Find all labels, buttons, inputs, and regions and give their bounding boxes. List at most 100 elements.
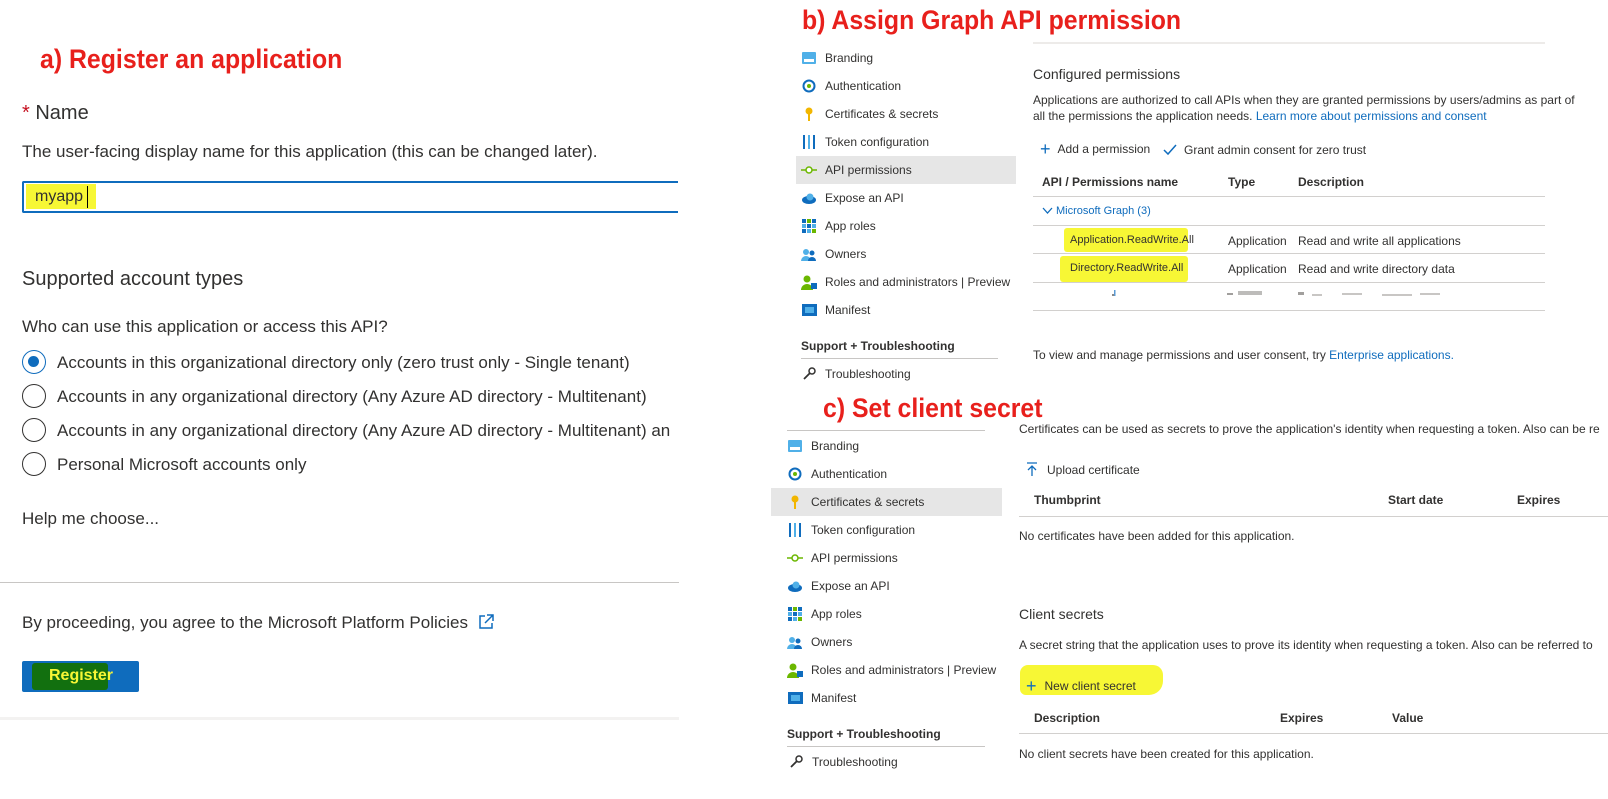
panel-a-title: a) Register an application [40,44,343,74]
sidebar-item-label: API permissions [825,163,912,177]
sidebar-item-label: API permissions [811,551,898,565]
client-secrets-title: Client secrets [1019,606,1104,622]
checkmark-icon [1163,144,1177,156]
sidebar-item-authentication[interactable]: Authentication [796,72,1016,100]
help-me-choose-link[interactable]: Help me choose... [22,509,159,529]
radio-single-tenant[interactable] [22,350,46,374]
sidebar-item-api-permissions[interactable]: API permissions [796,156,1016,184]
token-icon [801,134,817,150]
no-secrets-text: No client secrets have been created for … [1019,747,1314,761]
configured-desc-line-2: all the permissions the application need… [1033,109,1487,123]
account-types-heading: Supported account types [22,268,244,290]
sidebar-item-label: Roles and administrators | Preview [825,275,1011,289]
sidebar-item-token[interactable]: Token configuration [771,516,1002,544]
register-button[interactable]: Register [22,661,139,692]
branding-icon [787,438,803,454]
token-icon [787,522,803,538]
key-icon [801,106,817,122]
sidebar-item-troubleshooting[interactable]: Troubleshooting [783,748,898,776]
radio-personal[interactable] [22,452,46,476]
sidebar-item-branding[interactable]: Branding [796,44,1016,72]
account-types-question: Who can use this application or access t… [22,317,388,336]
sidebar-item-token[interactable]: Token configuration [796,128,1016,156]
col-header-description: Description [1298,175,1365,189]
sidebar-item-app-roles[interactable]: App roles [771,600,1002,628]
sidebar-item-manifest[interactable]: Manifest [796,296,1016,324]
radio-label-multitenant-personal: Accounts in any organizational directory… [57,421,671,440]
text-caret [87,186,88,208]
manifest-icon [787,690,803,706]
authentication-icon [801,78,817,94]
sidebar-item-label: Manifest [811,691,857,705]
radio-label-personal: Personal Microsoft accounts only [57,455,307,474]
new-client-secret-button[interactable]: + New client secret [1026,677,1136,695]
col-header-description: Description [1034,711,1101,725]
upload-certificate-button[interactable]: Upload certificate [1026,462,1140,477]
api-permissions-icon [801,162,817,178]
sidebar-item-owners[interactable]: Owners [771,628,1002,656]
panel-b-sidebar: Branding Authentication Certificates & s… [796,44,1016,324]
sidebar-item-label: Branding [811,439,860,453]
radio-multitenant[interactable] [22,384,46,408]
grant-consent-button[interactable]: Grant admin consent for zero trust [1163,143,1366,157]
enterprise-apps-text: To view and manage permissions and user … [1033,348,1326,362]
sidebar-item-expose-api[interactable]: Expose an API [796,184,1016,212]
sidebar-item-label: Owners [811,635,853,649]
sidebar-item-branding[interactable]: Branding [771,432,1002,460]
redacted-row [1042,286,1542,308]
group-label: Microsoft Graph (3) [1056,205,1151,217]
sidebar-item-roles-admins[interactable]: Roles and administrators | Preview [796,268,1016,296]
grant-consent-label: Grant admin consent for zero trust [1184,143,1367,157]
permission-description: Read and write all applications [1298,234,1461,248]
owners-icon [787,634,803,650]
panel-c-top-rule [787,430,985,431]
enterprise-apps-link[interactable]: Enterprise applications. [1329,348,1454,362]
new-client-secret-label: New client secret [1044,679,1136,693]
name-field-label: * Name [22,102,89,125]
sidebar-item-label: Branding [825,51,874,65]
api-permissions-icon [787,550,803,566]
register-label: Register [49,667,114,684]
col-header-type: Type [1228,175,1256,189]
row-rule [1033,253,1545,254]
sidebar-item-expose-api[interactable]: Expose an API [771,572,1002,600]
row-rule [1033,310,1545,311]
learn-more-link[interactable]: Learn more about permissions and consent [1256,109,1487,123]
permission-name-link[interactable]: Application.ReadWrite.All [1070,234,1194,246]
secret-table-rule [1019,733,1608,734]
sidebar-item-label: Expose an API [825,191,904,205]
sidebar-item-manifest[interactable]: Manifest [771,684,1002,712]
name-input[interactable]: myapp [22,181,678,213]
redacted-marks [1112,290,1440,296]
required-star: * [22,102,30,124]
authentication-icon [787,466,803,482]
radio-label-multitenant: Accounts in any organizational directory… [57,387,647,406]
permission-description: Read and write directory data [1298,262,1455,276]
panel-c-title: c) Set client secret [823,393,1043,423]
divider [0,582,679,583]
permission-name-link[interactable]: Directory.ReadWrite.All [1070,262,1183,274]
col-header-permission-name: API / Permissions name [1042,175,1179,189]
sidebar-item-certificates[interactable]: Certificates & secrets [771,488,1002,516]
sidebar-item-label: Token configuration [825,135,930,149]
branding-icon [801,50,817,66]
sidebar-item-roles-admins[interactable]: Roles and administrators | Preview [771,656,1002,684]
radio-multitenant-personal[interactable] [22,418,46,442]
sidebar-item-troubleshooting[interactable]: Troubleshooting [796,360,911,388]
sidebar-item-certificates[interactable]: Certificates & secrets [796,100,1016,128]
policy-link[interactable]: By proceeding, you agree to the Microsof… [22,613,495,633]
add-permission-label: Add a permission [1057,142,1151,156]
wrench-icon [788,754,804,770]
sidebar-item-app-roles[interactable]: App roles [796,212,1016,240]
support-heading: Support + Troubleshooting [787,727,941,741]
row-rule [1033,282,1545,283]
sidebar-item-label: Troubleshooting [825,367,911,381]
wrench-icon [801,366,817,382]
add-permission-button[interactable]: + Add a permission [1040,140,1151,158]
manifest-icon [801,302,817,318]
cert-table-rule [1019,516,1608,517]
sidebar-item-api-permissions[interactable]: API permissions [771,544,1002,572]
group-microsoft-graph[interactable]: Microsoft Graph (3) [1042,205,1151,217]
sidebar-item-authentication[interactable]: Authentication [771,460,1002,488]
sidebar-item-owners[interactable]: Owners [796,240,1016,268]
